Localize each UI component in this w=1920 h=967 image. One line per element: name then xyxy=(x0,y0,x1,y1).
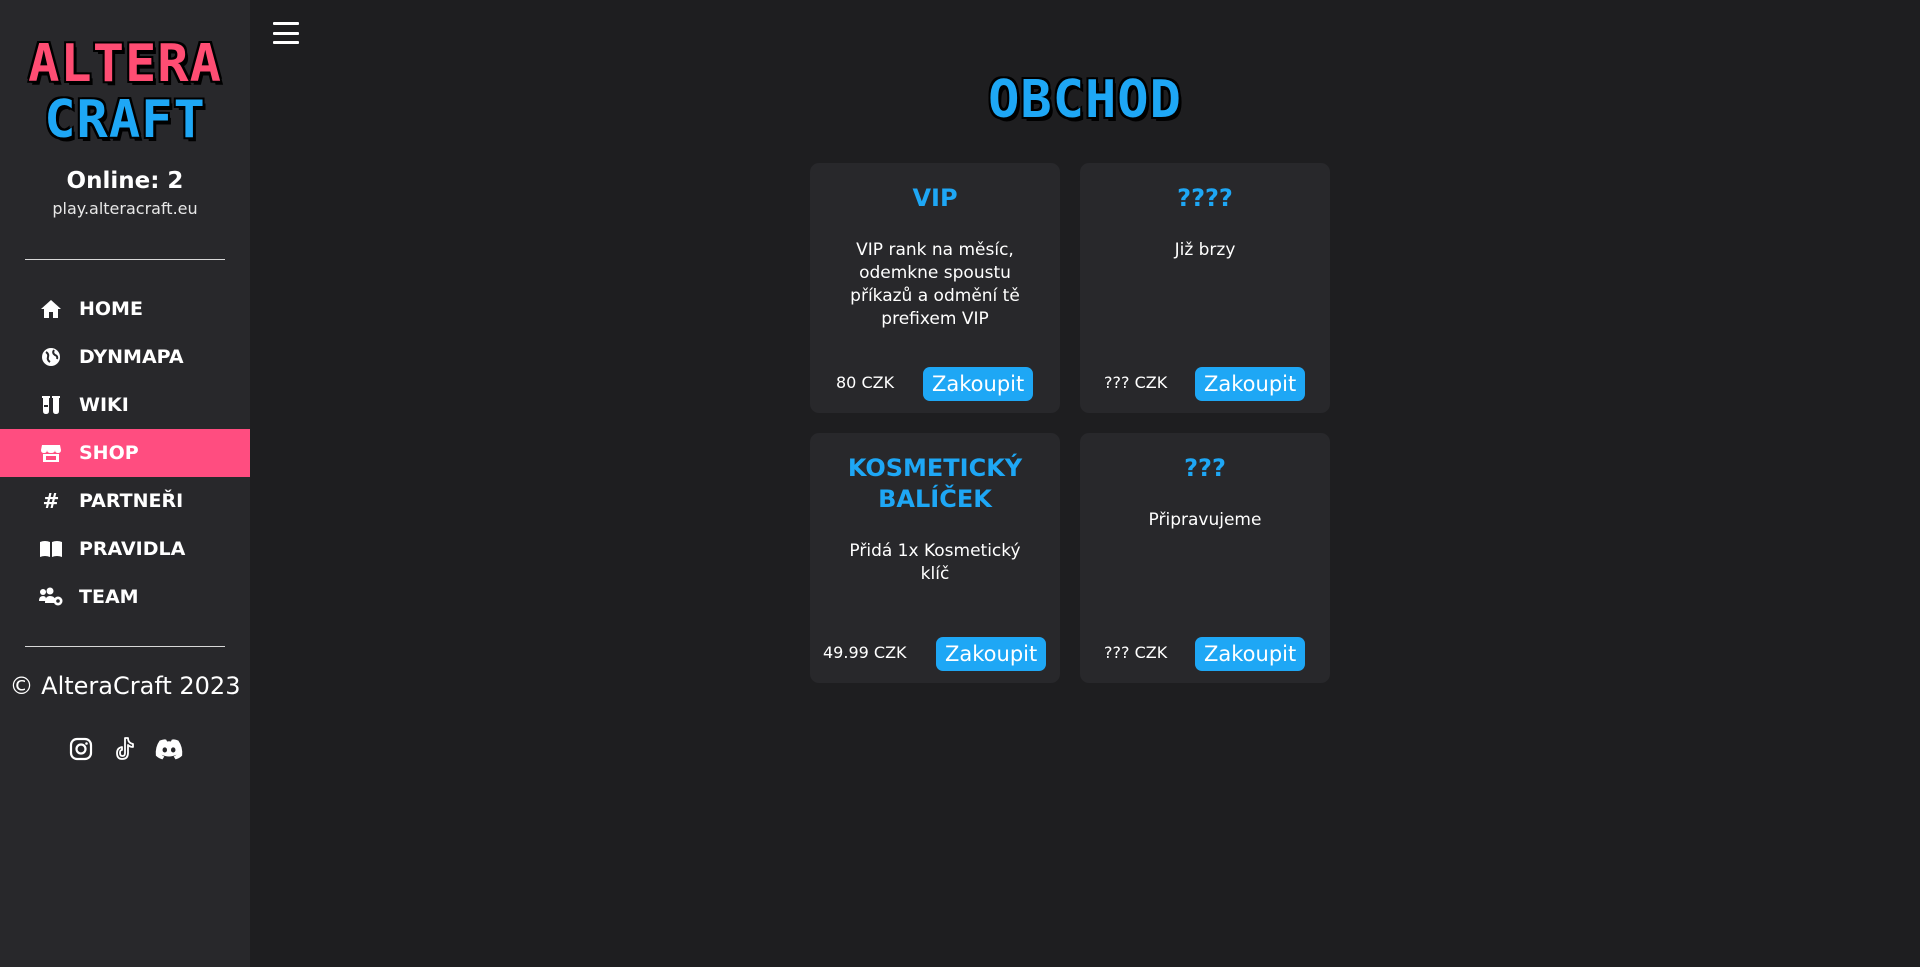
logo-line-2: CRAFT xyxy=(44,90,206,150)
sidebar-nav: HOME DYNMAPA WIKI SHOP # PARTNEŘI PRAVID… xyxy=(0,285,250,621)
product-price: ??? CZK xyxy=(1104,643,1168,662)
flask-icon xyxy=(38,394,64,416)
hashtag-icon: # xyxy=(42,489,60,513)
product-price: ??? CZK xyxy=(1104,373,1168,392)
sidebar-item-label: HOME xyxy=(79,298,143,320)
sidebar-item-label: WIKI xyxy=(79,394,129,416)
sidebar-item-home[interactable]: HOME xyxy=(0,285,250,333)
globe-icon xyxy=(38,346,64,368)
sidebar-item-partneri[interactable]: # PARTNEŘI xyxy=(0,477,250,525)
product-title: VIP xyxy=(912,184,958,212)
sidebar: ALTERA CRAFT Online: 2 play.alteracraft.… xyxy=(0,0,250,967)
discord-icon[interactable] xyxy=(154,734,184,764)
menu-toggle-icon[interactable] xyxy=(273,22,299,44)
product-title: KOSMETICKÝ BALÍČEK xyxy=(847,454,1023,513)
sidebar-item-label: SHOP xyxy=(79,442,139,464)
sidebar-item-shop[interactable]: SHOP xyxy=(0,429,250,477)
social-links xyxy=(0,734,250,764)
logo[interactable]: ALTERA CRAFT xyxy=(0,36,250,148)
product-price: 80 CZK xyxy=(836,373,895,392)
sidebar-item-label: TEAM xyxy=(79,586,139,608)
logo-line-1: ALTERA xyxy=(28,34,222,94)
sidebar-item-team[interactable]: TEAM xyxy=(0,573,250,621)
divider xyxy=(25,259,225,260)
product-description: VIP rank na měsíc, odemkne spoustu příka… xyxy=(850,240,1020,329)
copyright: © AlteraCraft 2023 xyxy=(9,672,241,700)
instagram-icon[interactable] xyxy=(66,734,96,764)
sidebar-item-pravidla[interactable]: PRAVIDLA xyxy=(0,525,250,573)
sidebar-item-dynmapa[interactable]: DYNMAPA xyxy=(0,333,250,381)
sidebar-item-label: DYNMAPA xyxy=(79,346,184,368)
product-description: Přidá 1x Kosmetický klíč xyxy=(849,541,1021,584)
product-title: ???? xyxy=(1177,184,1233,212)
product-card: ??? Připravujeme ??? CZK Zakoupit xyxy=(1080,433,1330,683)
server-address[interactable]: play.alteracraft.eu xyxy=(0,199,250,218)
book-icon xyxy=(38,538,64,560)
divider xyxy=(25,646,225,647)
product-card: KOSMETICKÝ BALÍČEK Přidá 1x Kosmetický k… xyxy=(810,433,1060,683)
product-description: Připravujeme xyxy=(1148,510,1262,530)
product-card: ???? Již brzy ??? CZK Zakoupit xyxy=(1080,163,1330,413)
online-count: Online: 2 xyxy=(66,168,184,194)
tiktok-icon[interactable] xyxy=(110,734,140,764)
product-title: ??? xyxy=(1184,454,1226,482)
product-card: VIP VIP rank na měsíc, odemkne spoustu p… xyxy=(810,163,1060,413)
sidebar-item-label: PRAVIDLA xyxy=(79,538,186,560)
product-price: 49.99 CZK xyxy=(823,643,907,662)
sidebar-item-wiki[interactable]: WIKI xyxy=(0,381,250,429)
buy-button[interactable]: Zakoupit xyxy=(936,637,1047,671)
sidebar-item-label: PARTNEŘI xyxy=(79,490,184,512)
product-description: Již brzy xyxy=(1174,240,1236,260)
buy-button[interactable]: Zakoupit xyxy=(1195,637,1306,671)
buy-button[interactable]: Zakoupit xyxy=(923,367,1034,401)
users-gear-icon xyxy=(38,586,64,608)
page-title: OBCHOD xyxy=(988,70,1182,130)
store-icon xyxy=(38,442,64,464)
home-icon xyxy=(38,298,64,320)
buy-button[interactable]: Zakoupit xyxy=(1195,367,1306,401)
